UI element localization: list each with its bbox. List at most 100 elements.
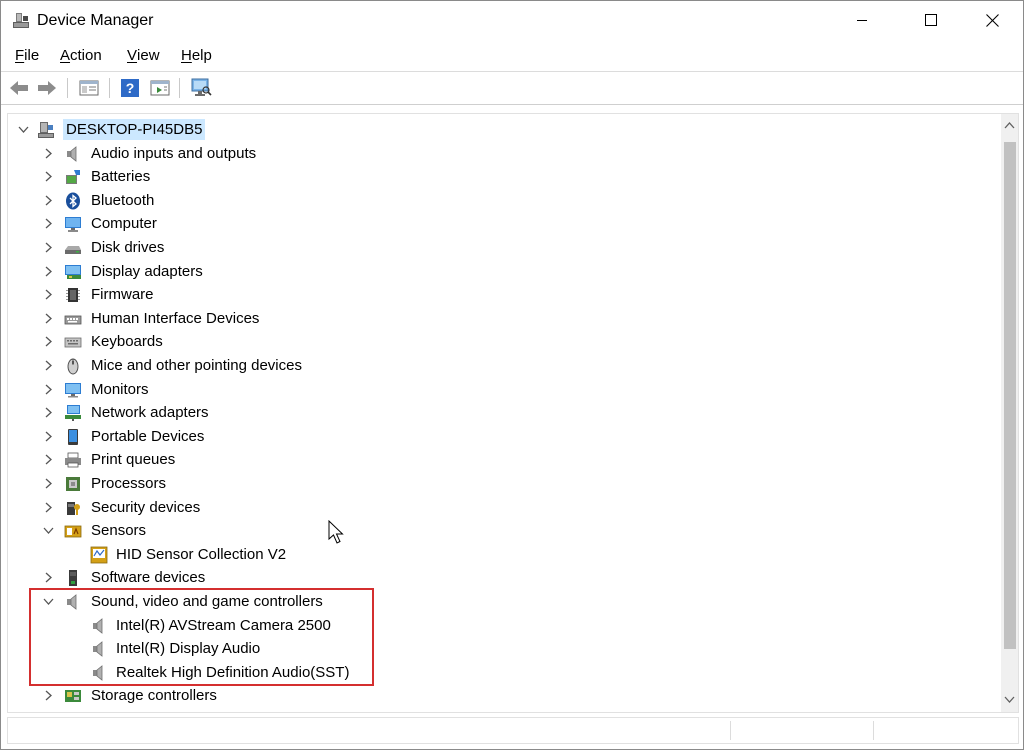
tree-device[interactable]: HID Sensor Collection V2 <box>8 543 988 566</box>
maximize-button[interactable] <box>908 1 954 39</box>
processor-icon <box>66 477 80 491</box>
security-device-icon <box>67 501 80 515</box>
scrollbar-thumb[interactable] <box>1004 142 1016 649</box>
tree-category[interactable]: Firmware <box>8 283 988 306</box>
expand-chevron-icon[interactable] <box>43 148 54 159</box>
collapse-chevron-icon[interactable] <box>43 596 54 607</box>
tree-device[interactable]: Intel(R) Display Audio <box>8 637 988 660</box>
tree-device[interactable]: Realtek High Definition Audio(SST) <box>8 661 988 684</box>
expand-chevron-icon[interactable] <box>43 171 54 182</box>
printer-icon <box>65 452 81 468</box>
menu-view[interactable]: View <box>127 47 160 64</box>
tree-category[interactable]: Keyboards <box>8 330 988 353</box>
storage-controller-icon <box>65 690 81 703</box>
hid-icon <box>64 315 82 325</box>
tree-category[interactable]: Mice and other pointing devices <box>8 354 988 377</box>
scan-hardware-button[interactable] <box>189 77 213 99</box>
tree-category[interactable]: Monitors <box>8 378 988 401</box>
battery-icon <box>66 170 80 185</box>
tree-category[interactable]: Audio inputs and outputs <box>8 142 988 165</box>
collapse-chevron-icon[interactable] <box>18 124 29 135</box>
expand-chevron-icon[interactable] <box>43 431 54 442</box>
tree-category[interactable]: Disk drives <box>8 236 988 259</box>
forward-arrow-icon <box>38 81 56 95</box>
tree-category[interactable]: Human Interface Devices <box>8 307 988 330</box>
expand-chevron-icon[interactable] <box>43 218 54 229</box>
action-pane-icon <box>150 80 170 96</box>
expand-chevron-icon[interactable] <box>43 572 54 583</box>
tree-category[interactable]: Sound, video and game controllers <box>8 590 988 613</box>
expand-chevron-icon[interactable] <box>43 502 54 513</box>
tree-device-label: Intel(R) AVStream Camera 2500 <box>116 616 331 634</box>
portable-device-icon <box>68 428 78 445</box>
back-arrow-icon <box>10 81 28 95</box>
tree-category-label: Bluetooth <box>91 191 155 209</box>
tree-category-label: Portable Devices <box>91 427 205 445</box>
sensor-icon <box>64 525 82 538</box>
root-computer-icon <box>38 122 54 138</box>
speaker-icon <box>67 594 77 610</box>
close-button[interactable] <box>969 1 1015 39</box>
forward-button[interactable] <box>35 77 59 99</box>
expand-chevron-icon[interactable] <box>43 289 54 300</box>
back-button[interactable] <box>7 77 31 99</box>
tree-category[interactable]: Computer <box>8 212 988 235</box>
tree-category-label: Mice and other pointing devices <box>91 357 302 374</box>
collapse-chevron-icon[interactable] <box>43 525 54 536</box>
tree-category[interactable]: Sensors <box>8 519 988 542</box>
vertical-scrollbar[interactable] <box>1001 114 1018 712</box>
device-manager-window: Device Manager File Action View Help ? D… <box>0 0 1024 750</box>
tree-category[interactable]: Software devices <box>8 566 988 589</box>
close-icon <box>985 13 999 27</box>
tree-category-label: Monitors <box>91 380 149 398</box>
monitor-icon <box>65 382 81 398</box>
expand-chevron-icon[interactable] <box>43 454 54 465</box>
expand-chevron-icon[interactable] <box>43 478 54 489</box>
expand-chevron-icon[interactable] <box>43 266 54 277</box>
device-manager-icon <box>13 13 29 28</box>
device-tree[interactable]: DESKTOP-PI45DB5 Audio inputs and outputs B… <box>7 113 1019 713</box>
tree-category[interactable]: Print queues <box>8 448 988 471</box>
tree-category[interactable]: Storage controllers <box>8 684 988 707</box>
display-adapter-icon <box>65 264 81 279</box>
keyboard-icon <box>64 337 82 348</box>
expand-chevron-icon[interactable] <box>43 407 54 418</box>
expand-chevron-icon[interactable] <box>43 690 54 701</box>
show-action-pane-button[interactable] <box>148 77 172 99</box>
scroll-up-icon[interactable] <box>1004 120 1015 131</box>
scroll-down-icon[interactable] <box>1004 694 1015 705</box>
help-button[interactable]: ? <box>118 77 142 99</box>
tree-category[interactable]: Bluetooth <box>8 189 988 212</box>
scan-hardware-icon <box>191 78 212 96</box>
expand-chevron-icon[interactable] <box>43 242 54 253</box>
tree-category-label: Firmware <box>91 286 154 304</box>
network-adapter-icon <box>65 405 81 422</box>
minimize-button[interactable] <box>839 1 885 39</box>
tree-category[interactable]: Processors <box>8 472 988 495</box>
tree-category-label: Software devices <box>91 569 206 587</box>
menu-action[interactable]: Action <box>60 47 102 64</box>
tree-root[interactable]: DESKTOP-PI45DB5 <box>8 118 988 141</box>
toolbar-separator <box>109 78 110 98</box>
toolbar-separator <box>67 78 68 98</box>
tree-category[interactable]: Display adapters <box>8 260 988 283</box>
toolbar-separator <box>179 78 180 98</box>
tree-device[interactable]: Intel(R) AVStream Camera 2500 <box>8 614 988 637</box>
software-device-icon <box>69 570 77 587</box>
expand-chevron-icon[interactable] <box>43 313 54 324</box>
expand-chevron-icon[interactable] <box>43 384 54 395</box>
expand-chevron-icon[interactable] <box>43 195 54 206</box>
window-title: Device Manager <box>37 12 154 29</box>
expand-chevron-icon[interactable] <box>43 336 54 347</box>
tree-category[interactable]: Network adapters <box>8 401 988 424</box>
menu-help[interactable]: Help <box>181 47 212 64</box>
title-bar[interactable]: Device Manager <box>1 1 1023 39</box>
status-divider <box>873 721 874 740</box>
tree-category[interactable]: Portable Devices <box>8 425 988 448</box>
show-hide-console-tree-button[interactable] <box>77 77 101 99</box>
tree-category[interactable]: Batteries <box>8 165 988 188</box>
menu-file[interactable]: File <box>15 47 39 64</box>
tree-category[interactable]: Security devices <box>8 496 988 519</box>
tree-category-label: Display adapters <box>91 262 203 280</box>
expand-chevron-icon[interactable] <box>43 360 54 371</box>
